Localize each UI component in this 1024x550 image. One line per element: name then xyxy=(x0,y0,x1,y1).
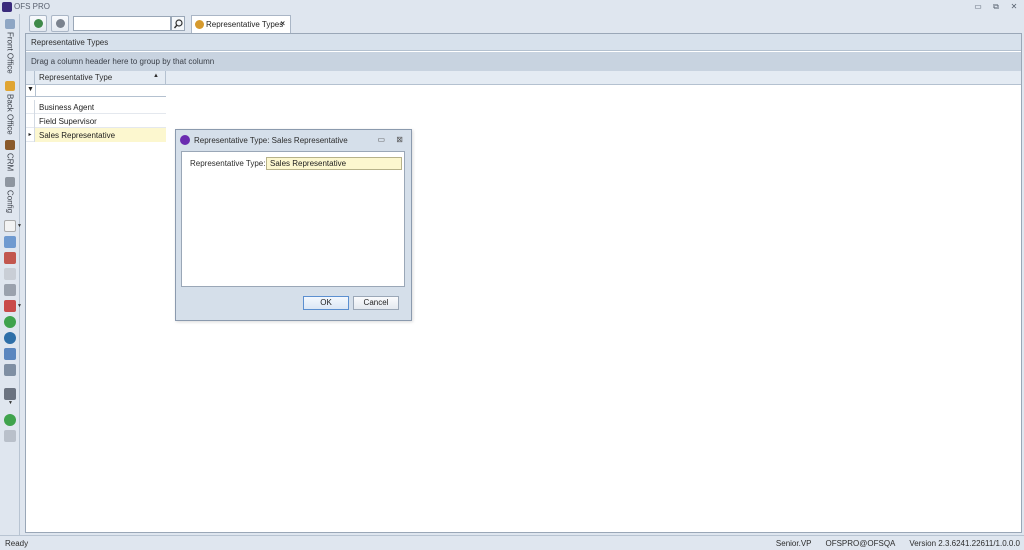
sort-ascending-icon: ▲ xyxy=(153,73,159,79)
sidebar-tab-back-office[interactable]: Back Office xyxy=(0,81,20,135)
dialog-app-icon xyxy=(180,135,190,145)
refresh-icon[interactable] xyxy=(4,284,16,296)
representative-type-dialog: Representative Type: Sales Representativ… xyxy=(175,129,412,321)
status-ready: Ready xyxy=(5,539,29,548)
export-icon[interactable] xyxy=(4,348,16,360)
globe-icon[interactable] xyxy=(4,332,16,344)
current-row-icon: ▸ xyxy=(26,128,35,142)
copy-icon[interactable] xyxy=(4,268,16,280)
app-title: OFS PRO xyxy=(14,2,51,11)
sidebar-tab-label: CRM xyxy=(5,153,15,172)
panel-caption: Representative Types xyxy=(26,34,1021,51)
grid-delete-icon[interactable] xyxy=(4,252,16,264)
status-green-icon[interactable] xyxy=(4,316,16,328)
table-cell: Sales Representative xyxy=(35,128,166,142)
sidebar-tab-label: Config xyxy=(5,190,15,214)
status-bar: Ready Senior.VP OFSPRO@OFSQA Version 2.3… xyxy=(0,535,1024,550)
search-icon xyxy=(174,19,183,29)
close-button[interactable]: ✕ xyxy=(1008,1,1020,12)
minimize-button[interactable]: ▭ xyxy=(972,1,984,12)
table-row[interactable]: Business Agent xyxy=(26,100,166,114)
new-document-icon[interactable] xyxy=(4,220,16,232)
grid-icon[interactable] xyxy=(4,236,16,248)
grid-body: Business Agent Field Supervisor ▸ Sales … xyxy=(26,100,166,142)
settings-button[interactable] xyxy=(51,15,69,32)
table-row[interactable]: Field Supervisor xyxy=(26,114,166,128)
ok-button[interactable]: OK xyxy=(303,296,349,310)
app-logo-icon xyxy=(2,2,12,12)
crm-icon xyxy=(5,140,15,150)
people-icon xyxy=(195,20,204,29)
calculator-icon[interactable] xyxy=(4,364,16,376)
filter-cell[interactable] xyxy=(35,85,166,97)
status-connection: OFSPRO@OFSQA xyxy=(825,539,896,548)
column-header-label: Representative Type xyxy=(39,73,113,82)
dialog-close-icon[interactable]: ⊠ xyxy=(396,135,403,144)
row-indicator xyxy=(26,100,35,114)
config-icon xyxy=(5,177,15,187)
table-row-selected[interactable]: ▸ Sales Representative xyxy=(26,128,166,142)
report-icon[interactable] xyxy=(4,300,16,312)
dialog-body: Representative Type: xyxy=(181,151,405,287)
status-user: Senior.VP xyxy=(775,539,812,548)
filter-row: ▼ xyxy=(26,85,166,97)
back-office-icon xyxy=(5,81,15,91)
table-cell: Field Supervisor xyxy=(39,117,97,126)
table-cell: Business Agent xyxy=(39,103,95,112)
tab-label: Representative Types xyxy=(206,20,284,29)
wrench-icon xyxy=(56,19,65,28)
dialog-title-bar[interactable]: Representative Type: Sales Representativ… xyxy=(176,130,411,150)
mail-icon[interactable] xyxy=(4,430,16,442)
print-icon[interactable] xyxy=(4,388,16,400)
dropdown-arrow-icon[interactable]: ▼ xyxy=(17,303,22,309)
dialog-footer: OK Cancel xyxy=(181,290,405,315)
dropdown-arrow-icon[interactable]: ▼ xyxy=(8,400,13,406)
refresh-icon xyxy=(34,19,43,28)
sidebar-tab-front-office[interactable]: Front Office xyxy=(0,19,20,74)
title-bar: OFS PRO ▭ ⧉ ✕ xyxy=(0,0,1024,14)
sidebar-tab-label: Front Office xyxy=(5,32,15,74)
status-version: Version 2.3.6241.22611/1.0.0.0 xyxy=(909,539,1020,548)
dialog-minimize-icon[interactable]: ▭ xyxy=(377,135,385,144)
grid-header: Representative Type ▲ xyxy=(26,71,1021,85)
representative-type-label: Representative Type: xyxy=(190,159,266,168)
search-button[interactable] xyxy=(171,16,185,31)
refresh-button[interactable] xyxy=(29,15,47,32)
sidebar-tab-crm[interactable]: CRM xyxy=(0,140,20,171)
sidebar-tab-config[interactable]: Config xyxy=(0,177,20,213)
tab-close-icon[interactable]: × xyxy=(280,19,285,28)
representative-type-field[interactable] xyxy=(266,157,402,170)
dialog-title: Representative Type: Sales Representativ… xyxy=(194,136,348,145)
filter-icon[interactable]: ▼ xyxy=(27,86,34,93)
column-header-representative-type[interactable]: Representative Type ▲ xyxy=(35,71,166,85)
tab-representative-types[interactable]: Representative Types × xyxy=(191,15,291,33)
dropdown-arrow-icon[interactable]: ▼ xyxy=(17,223,22,229)
help-icon[interactable] xyxy=(4,414,16,426)
search-input[interactable] xyxy=(73,16,171,31)
sidebar-tab-label: Back Office xyxy=(5,94,15,135)
front-office-icon xyxy=(5,19,15,29)
top-toolbar: Representative Types × xyxy=(20,14,1024,33)
restore-button[interactable]: ⧉ xyxy=(990,1,1002,12)
header-indicator xyxy=(26,71,35,85)
cancel-button[interactable]: Cancel xyxy=(353,296,399,310)
group-by-panel[interactable]: Drag a column header here to group by th… xyxy=(26,52,1021,71)
row-indicator xyxy=(26,114,35,128)
left-sidebar: Front Office Back Office CRM Config ▼ ▼ … xyxy=(0,14,22,535)
